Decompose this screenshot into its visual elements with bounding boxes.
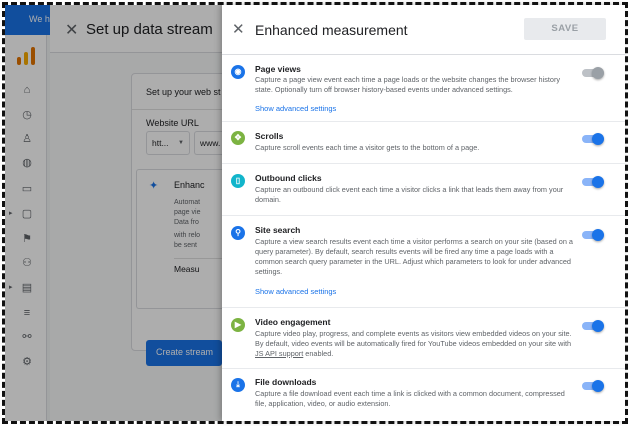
setting-title: File downloads [255,377,317,387]
js-api-support-link[interactable]: JS API support [255,349,303,358]
scrim-overlay[interactable] [5,5,222,421]
setting-video-engagement: ▶ Video engagement Capture video play, p… [222,308,625,369]
setting-outbound-clicks: ▯ Outbound clicks Capture an outbound cl… [222,164,625,216]
search-icon: ⚲ [231,226,245,240]
toggle-knob [592,67,604,79]
setting-scrolls: ✥ Scrolls Capture scroll events each tim… [222,122,625,164]
setting-title: Scrolls [255,131,284,141]
setting-page-views: ◉ Page views Capture a page view event e… [222,55,625,122]
setting-description: Capture scroll events each time a visito… [255,143,480,152]
setting-description: Capture a page view event each time a pa… [255,75,561,94]
site-search-toggle[interactable] [582,229,604,241]
toggle-knob [592,229,604,241]
download-icon: ⤓ [231,378,245,392]
enhanced-measurement-panel: ✕ Enhanced measurement SAVE ◉ Page views… [222,5,625,421]
toggle-knob [592,320,604,332]
description-text-end: enabled. [303,349,334,358]
page-views-toggle[interactable] [582,67,604,79]
setting-title: Page views [255,64,301,74]
setting-file-downloads: ⤓ File downloads Capture a file download… [222,369,625,421]
setting-description: Capture a view search results event each… [255,237,573,276]
video-engagement-toggle[interactable] [582,320,604,332]
toggle-knob [592,380,604,392]
setting-title: Outbound clicks [255,173,322,183]
toggle-knob [592,133,604,145]
setting-site-search: ⚲ Site search Capture a view search resu… [222,216,625,308]
toggle-knob [592,176,604,188]
setting-description: Capture an outbound click event each tim… [255,185,564,204]
save-button[interactable]: SAVE [524,18,606,40]
scrolls-toggle[interactable] [582,133,604,145]
setting-title: Site search [255,225,301,235]
description-text: Capture video play, progress, and comple… [255,329,572,348]
close-icon[interactable]: ✕ [232,20,245,38]
setting-title: Video engagement [255,317,331,327]
panel-header: ✕ Enhanced measurement SAVE [222,5,625,55]
play-icon: ▶ [231,318,245,332]
file-downloads-toggle[interactable] [582,380,604,392]
setting-description: Capture a file download event each time … [255,389,565,408]
outbound-clicks-toggle[interactable] [582,176,604,188]
show-advanced-settings-link[interactable]: Show advanced settings [255,104,336,113]
show-advanced-settings-link[interactable]: Show advanced settings [255,287,336,296]
setting-description: Capture video play, progress, and comple… [255,329,573,359]
move-icon: ✥ [231,131,245,145]
panel-title: Enhanced measurement [255,22,408,38]
mouse-icon: ▯ [231,174,245,188]
eye-icon: ◉ [231,65,245,79]
